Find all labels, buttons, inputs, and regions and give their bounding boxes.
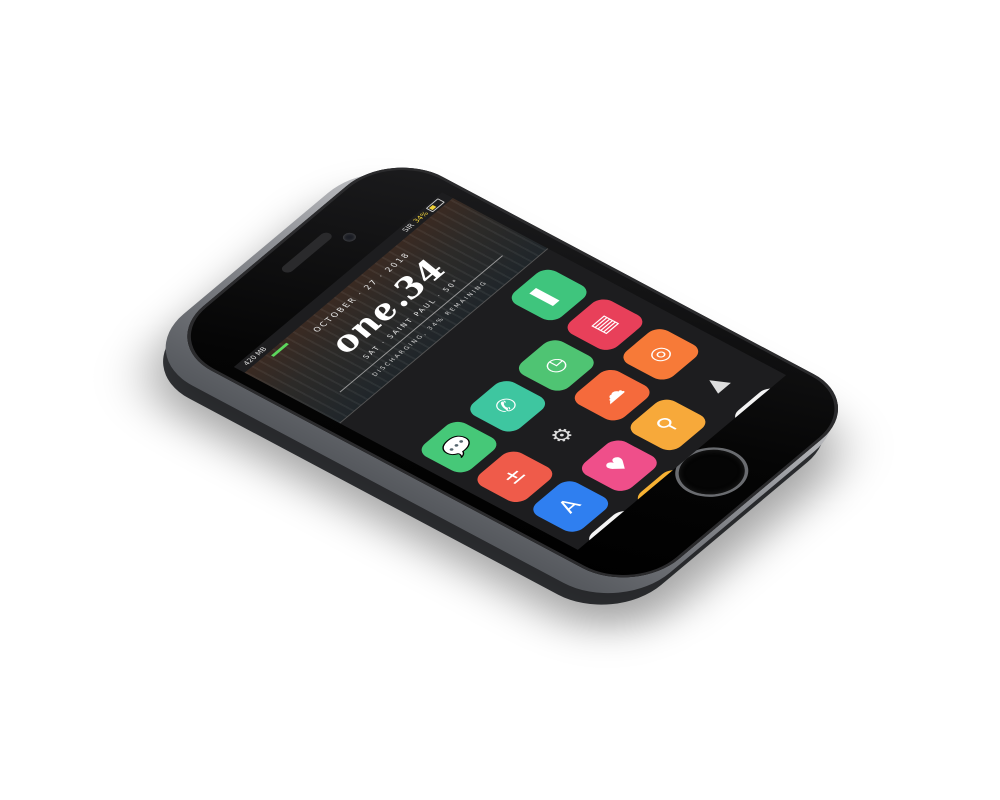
icon-glyph: ◷ xyxy=(537,353,575,378)
icon-glyph: ✆ xyxy=(488,394,526,418)
icon-glyph: ☁ xyxy=(592,381,632,408)
icon-glyph: ▭ xyxy=(752,400,787,427)
photos-icon[interactable]: ✿ xyxy=(785,414,787,473)
icon-glyph: ◎ xyxy=(641,342,679,367)
icon-glyph: A xyxy=(553,495,588,518)
icon-glyph: 💬 xyxy=(436,432,481,462)
icon-glyph: ▬ xyxy=(767,542,786,550)
icon-glyph: ⚙ xyxy=(544,423,582,449)
icon-glyph: ± xyxy=(496,464,533,489)
icon-glyph: ▲ xyxy=(698,372,734,396)
icon-glyph: ▌ xyxy=(530,283,567,307)
icon-glyph: ▤ xyxy=(585,311,624,338)
product-render: 420 MB SIR 34% OCTOBER · 27 · 2018 one.3… xyxy=(0,0,1000,800)
icon-glyph: 27 xyxy=(606,522,648,550)
front-camera-icon xyxy=(340,231,359,244)
icon-glyph: ⚲ xyxy=(650,413,685,436)
icon-glyph: ♥ xyxy=(600,453,638,478)
earpiece-speaker xyxy=(279,231,335,275)
